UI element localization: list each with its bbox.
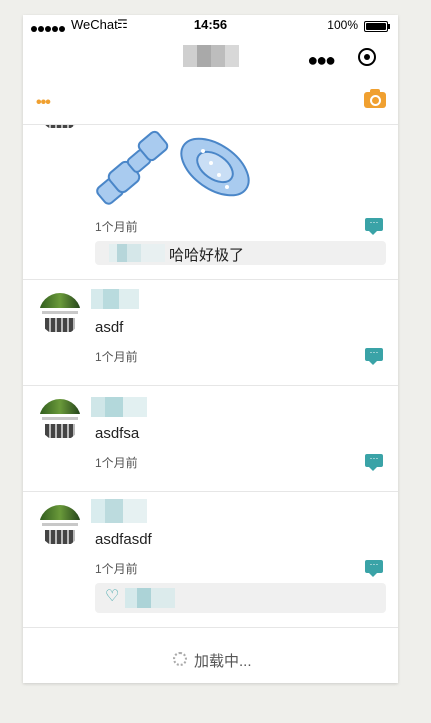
- comment-icon[interactable]: ⋯: [365, 454, 383, 471]
- comment-icon[interactable]: ⋯: [365, 348, 383, 365]
- avatar[interactable]: [39, 293, 81, 335]
- nav-title-blurred: [183, 45, 239, 67]
- comment-box: 哈哈好极了: [95, 241, 386, 265]
- close-miniprogram-icon[interactable]: [358, 48, 376, 66]
- post-time: 1个月前: [95, 562, 138, 576]
- post-content: asdfasdf: [95, 531, 152, 548]
- feed-list: 1个月前 ⋯ 哈哈好极了 asdf 1个月前 ⋯ asdfsa 1个月前 ⋯ a…: [23, 125, 398, 683]
- comment-text: 哈哈好极了: [169, 247, 245, 264]
- likes-box: ♡: [95, 583, 386, 613]
- nav-bar: ●●●: [23, 37, 398, 81]
- comment-icon[interactable]: ⋯: [365, 560, 383, 577]
- menu-dots-icon[interactable]: •••: [36, 94, 51, 112]
- post-time: 1个月前: [95, 350, 138, 364]
- post-item: asdf 1个月前 ⋯: [23, 279, 398, 386]
- post-content: asdfsa: [95, 425, 140, 442]
- liker-name-blurred: [125, 588, 175, 608]
- avatar[interactable]: [39, 125, 81, 131]
- post-item: asdfsa 1个月前 ⋯: [23, 385, 398, 492]
- phone-screen: WeChat ☶ 14:56 100% ●●● ••• 1个月前 ⋯ 哈哈好极了…: [23, 15, 398, 683]
- battery-icon: [364, 21, 390, 32]
- post-time: 1个月前: [95, 220, 138, 234]
- post-item: asdfasdf 1个月前 ⋯ ♡: [23, 491, 398, 628]
- toolbar: •••: [23, 81, 398, 125]
- commenter-name-blurred: [109, 244, 165, 262]
- battery-percent: 100%: [327, 18, 358, 32]
- camera-icon[interactable]: [364, 89, 386, 108]
- spinner-icon: [173, 652, 187, 666]
- loading-indicator: 加载中...: [23, 638, 398, 683]
- comment-icon[interactable]: ⋯: [365, 218, 383, 235]
- avatar[interactable]: [39, 399, 81, 441]
- avatar[interactable]: [39, 505, 81, 547]
- username-blurred: [91, 499, 147, 523]
- post-time: 1个月前: [95, 456, 138, 470]
- post-image[interactable]: [95, 129, 255, 207]
- more-options-icon[interactable]: ●●●: [307, 51, 336, 69]
- post-content: asdf: [95, 319, 124, 336]
- heart-icon: ♡: [105, 588, 120, 605]
- status-bar: WeChat ☶ 14:56 100%: [23, 15, 398, 37]
- loading-text: 加载中...: [194, 653, 252, 670]
- username-blurred: [91, 289, 139, 309]
- post-item: 1个月前 ⋯ 哈哈好极了: [23, 125, 398, 280]
- username-blurred: [91, 397, 147, 417]
